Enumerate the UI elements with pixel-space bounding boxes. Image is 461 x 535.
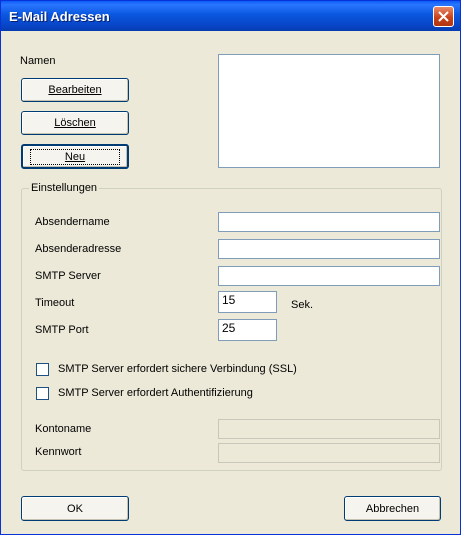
smtp-port-field[interactable]: 25	[218, 319, 277, 341]
email-addresses-dialog: E-Mail Adressen Namen Bearbeiten Löschen…	[0, 0, 461, 535]
cancel-button[interactable]: Abbrechen	[344, 496, 441, 521]
ssl-checkbox-label[interactable]: SMTP Server erfordert sichere Verbindung…	[58, 363, 297, 375]
delete-button[interactable]: Löschen	[21, 111, 129, 135]
close-button[interactable]	[433, 6, 454, 27]
names-label: Namen	[20, 55, 56, 67]
sender-address-label: Absenderadresse	[35, 243, 122, 255]
ok-button-label: OK	[67, 502, 83, 515]
sender-name-field[interactable]	[218, 212, 440, 232]
smtp-server-label: SMTP Server	[35, 270, 101, 282]
auth-checkbox[interactable]	[36, 387, 49, 400]
edit-button-label: Bearbeiten	[48, 84, 102, 96]
cancel-button-label: Abbrechen	[365, 502, 420, 515]
account-name-label: Kontoname	[35, 423, 92, 435]
new-button[interactable]: Neu	[21, 144, 129, 169]
auth-checkbox-label[interactable]: SMTP Server erfordert Authentifizierung	[58, 387, 253, 399]
window-title: E-Mail Adressen	[9, 9, 110, 24]
close-icon	[438, 11, 449, 22]
settings-group-label: Einstellungen	[29, 182, 100, 194]
smtp-port-label: SMTP Port	[35, 324, 89, 336]
timeout-label: Timeout	[35, 297, 75, 309]
timeout-field[interactable]: 15	[218, 291, 277, 313]
account-name-field	[218, 419, 440, 439]
edit-button[interactable]: Bearbeiten	[21, 78, 129, 102]
ok-button[interactable]: OK	[21, 496, 129, 521]
delete-button-label: Löschen	[54, 117, 96, 129]
timeout-unit-label: Sek.	[291, 299, 314, 311]
new-button-label: Neu	[29, 148, 121, 165]
password-label: Kennwort	[35, 446, 82, 458]
names-listbox[interactable]	[218, 54, 440, 168]
sender-address-field[interactable]	[218, 239, 440, 259]
smtp-server-field[interactable]	[218, 266, 440, 286]
password-field	[218, 443, 440, 463]
ssl-checkbox[interactable]	[36, 363, 49, 376]
sender-name-label: Absendername	[35, 216, 110, 228]
title-bar[interactable]: E-Mail Adressen	[1, 1, 460, 31]
